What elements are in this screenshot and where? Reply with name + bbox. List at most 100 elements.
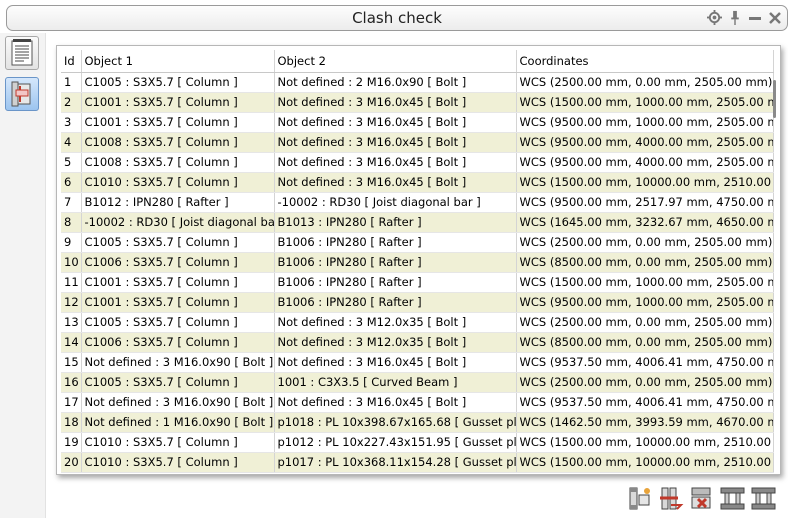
cell-id[interactable]: 5 (61, 152, 82, 173)
table-row[interactable]: 19 C1010 : S3X5.7 [ Column ] p1012 : PL 10… (61, 432, 774, 453)
cell-object1[interactable]: C1010 : S3X5.7 [ Column ] (81, 432, 275, 453)
cell-object1[interactable]: -10002 : RD30 [ Joist diagonal bar ] (81, 212, 275, 233)
cell-object2[interactable]: B1013 : IPN280 [ Rafter ] (274, 212, 517, 233)
cell-object1[interactable]: C1001 : S3X5.7 [ Column ] (81, 112, 275, 133)
cell-coordinates[interactable]: WCS (8500.00 mm, 0.00 mm, 2505.00 mm) (516, 252, 774, 273)
table-row[interactable]: 14 C1006 : S3X5.7 [ Column ] Not defined :… (61, 332, 774, 353)
cell-coordinates[interactable]: WCS (1462.50 mm, 3993.59 mm, 4670.00 mm) (516, 412, 774, 433)
table-row[interactable]: 18 Not defined : 1 M16.0x90 [ Bolt ] p1018… (61, 412, 774, 433)
cell-coordinates[interactable]: WCS (9500.00 mm, 4000.00 mm, 2505.00 mm) (516, 152, 774, 173)
cell-id[interactable]: 20 (61, 452, 82, 473)
cell-coordinates[interactable]: WCS (1500.00 mm, 1000.00 mm, 2505.00 mm) (516, 272, 774, 293)
pin-icon[interactable] (726, 9, 743, 26)
cell-object2[interactable]: p1018 : PL 10x398.67x165.68 [ Gusset pla… (274, 412, 517, 433)
cell-id[interactable]: 15 (61, 352, 82, 373)
cell-object2[interactable]: B1006 : IPN280 [ Rafter ] (274, 292, 517, 313)
previous-icon[interactable] (719, 485, 746, 512)
table-row[interactable]: 16 C1005 : S3X5.7 [ Column ] 1001 : C3X3.5… (61, 372, 774, 393)
cell-id[interactable]: 3 (61, 112, 82, 133)
cell-object2[interactable]: Not defined : 3 M12.0x35 [ Bolt ] (274, 312, 517, 333)
cell-id[interactable]: 16 (61, 372, 82, 393)
cell-object2[interactable]: B1006 : IPN280 [ Rafter ] (274, 272, 517, 293)
cell-object1[interactable]: B1012 : IPN280 [ Rafter ] (81, 192, 275, 213)
table-row[interactable]: 17 Not defined : 3 M16.0x90 [ Bolt ] Not d… (61, 392, 774, 413)
cell-object1[interactable]: C1006 : S3X5.7 [ Column ] (81, 332, 275, 353)
table-row[interactable]: 11 C1001 : S3X5.7 [ Column ] B1006 : IPN28… (61, 272, 774, 293)
cell-object2[interactable]: Not defined : 3 M16.0x45 [ Bolt ] (274, 132, 517, 153)
cell-object1[interactable]: Not defined : 3 M16.0x90 [ Bolt ] (81, 352, 275, 373)
table-row[interactable]: 5 C1008 : S3X5.7 [ Column ] Not defined : … (61, 152, 774, 173)
cell-coordinates[interactable]: WCS (1500.00 mm, 10000.00 mm, 2510.00 mm… (516, 172, 774, 193)
cell-id[interactable]: 18 (61, 412, 82, 433)
cell-id[interactable]: 2 (61, 92, 82, 113)
cell-id[interactable]: 6 (61, 172, 82, 193)
cell-object1[interactable]: C1005 : S3X5.7 [ Column ] (81, 72, 275, 93)
cell-id[interactable]: 10 (61, 252, 82, 273)
cell-object2[interactable]: Not defined : 3 M16.0x45 [ Bolt ] (274, 152, 517, 173)
cell-object2[interactable]: 1001 : C3X3.5 [ Curved Beam ] (274, 372, 517, 393)
report-button[interactable] (5, 36, 39, 70)
table-row[interactable]: 10 C1006 : S3X5.7 [ Column ] B1006 : IPN28… (61, 252, 774, 273)
cell-object2[interactable]: Not defined : 3 M16.0x45 [ Bolt ] (274, 352, 517, 373)
cell-coordinates[interactable]: WCS (9500.00 mm, 1000.00 mm, 2505.00 mm) (516, 112, 774, 133)
table-row[interactable]: 15 Not defined : 3 M16.0x90 [ Bolt ] Not d… (61, 352, 774, 373)
cell-coordinates[interactable]: WCS (9537.50 mm, 4006.41 mm, 4750.00 mm) (516, 392, 774, 413)
cell-coordinates[interactable]: WCS (1500.00 mm, 10000.00 mm, 2510.00 mm… (516, 452, 774, 473)
cell-id[interactable]: 9 (61, 232, 82, 253)
cell-object1[interactable]: C1010 : S3X5.7 [ Column ] (81, 172, 275, 193)
table-row[interactable]: 9 C1005 : S3X5.7 [ Column ] B1006 : IPN280… (61, 232, 774, 253)
clash-view-button[interactable] (5, 77, 39, 111)
cell-object2[interactable]: p1017 : PL 10x368.11x154.28 [ Gusset pla… (274, 452, 517, 473)
table-row[interactable]: 12 C1001 : S3X5.7 [ Column ] B1006 : IPN28… (61, 292, 774, 313)
cell-coordinates[interactable]: WCS (2500.00 mm, 0.00 mm, 2505.00 mm) (516, 72, 774, 93)
vertical-scrollbar[interactable] (772, 72, 778, 472)
table-row[interactable]: 3 C1001 : S3X5.7 [ Column ] Not defined : … (61, 112, 774, 133)
select-clashing-icon[interactable] (657, 485, 684, 512)
cell-id[interactable]: 4 (61, 132, 82, 153)
table-row[interactable]: 6 C1010 : S3X5.7 [ Column ] Not defined : … (61, 172, 774, 193)
cell-object2[interactable]: B1006 : IPN280 [ Rafter ] (274, 232, 517, 253)
cell-coordinates[interactable]: WCS (8500.00 mm, 0.00 mm, 2505.00 mm) (516, 332, 774, 353)
column-header-id[interactable]: Id (61, 50, 82, 73)
check-clash-icon[interactable] (626, 485, 653, 512)
cell-coordinates[interactable]: WCS (9500.00 mm, 4000.00 mm, 2505.00 mm) (516, 132, 774, 153)
column-header-object2[interactable]: Object 2 (274, 50, 517, 73)
cell-object1[interactable]: C1001 : S3X5.7 [ Column ] (81, 272, 275, 293)
cell-object2[interactable]: Not defined : 3 M16.0x45 [ Bolt ] (274, 172, 517, 193)
table-row[interactable]: 7 B1012 : IPN280 [ Rafter ] -10002 : RD30 … (61, 192, 774, 213)
gear-icon[interactable] (706, 9, 723, 26)
cell-id[interactable]: 7 (61, 192, 82, 213)
cell-object2[interactable]: Not defined : 3 M16.0x45 [ Bolt ] (274, 92, 517, 113)
cell-object1[interactable]: C1010 : S3X5.7 [ Column ] (81, 452, 275, 473)
cell-object2[interactable]: Not defined : 2 M16.0x90 [ Bolt ] (274, 72, 517, 93)
table-row[interactable]: 4 C1008 : S3X5.7 [ Column ] Not defined : … (61, 132, 774, 153)
cell-object1[interactable]: Not defined : 3 M16.0x90 [ Bolt ] (81, 392, 275, 413)
column-header-object1[interactable]: Object 1 (81, 50, 275, 73)
cell-object2[interactable]: Not defined : 3 M16.0x45 [ Bolt ] (274, 112, 517, 133)
cell-object2[interactable]: Not defined : 3 M16.0x45 [ Bolt ] (274, 392, 517, 413)
cell-coordinates[interactable]: WCS (2500.00 mm, 0.00 mm, 2505.00 mm) (516, 232, 774, 253)
cell-object2[interactable]: B1006 : IPN280 [ Rafter ] (274, 252, 517, 273)
cell-object2[interactable]: -10002 : RD30 [ Joist diagonal bar ] (274, 192, 517, 213)
cell-object1[interactable]: C1008 : S3X5.7 [ Column ] (81, 152, 275, 173)
cell-coordinates[interactable]: WCS (2500.00 mm, 0.00 mm, 2505.00 mm) (516, 312, 774, 333)
table-row[interactable]: 2 C1001 : S3X5.7 [ Column ] Not defined : … (61, 92, 774, 113)
cell-id[interactable]: 11 (61, 272, 82, 293)
cell-object1[interactable]: C1006 : S3X5.7 [ Column ] (81, 252, 275, 273)
clear-selection-icon[interactable] (688, 485, 715, 512)
cell-coordinates[interactable]: WCS (1500.00 mm, 10000.00 mm, 2510.00 mm… (516, 432, 774, 453)
table-row[interactable]: 8 -10002 : RD30 [ Joist diagonal bar ] B10… (61, 212, 774, 233)
column-header-coordinates[interactable]: Coordinates (516, 50, 774, 73)
cell-object1[interactable]: C1001 : S3X5.7 [ Column ] (81, 92, 275, 113)
table-row[interactable]: 1 C1005 : S3X5.7 [ Column ] Not defined : … (61, 72, 774, 93)
cell-coordinates[interactable]: WCS (1500.00 mm, 1000.00 mm, 2505.00 mm) (516, 92, 774, 113)
cell-coordinates[interactable]: WCS (1645.00 mm, 3232.67 mm, 4650.00 mm) (516, 212, 774, 233)
table-row[interactable]: 13 C1005 : S3X5.7 [ Column ] Not defined :… (61, 312, 774, 333)
cell-object1[interactable]: C1008 : S3X5.7 [ Column ] (81, 132, 275, 153)
cell-coordinates[interactable]: WCS (9537.50 mm, 4006.41 mm, 4750.00 mm) (516, 352, 774, 373)
table-row[interactable]: 20 C1010 : S3X5.7 [ Column ] p1017 : PL 10… (61, 452, 774, 473)
cell-id[interactable]: 17 (61, 392, 82, 413)
next-icon[interactable] (750, 485, 777, 512)
cell-object1[interactable]: C1005 : S3X5.7 [ Column ] (81, 372, 275, 393)
cell-object2[interactable]: p1012 : PL 10x227.43x151.95 [ Gusset pla… (274, 432, 517, 453)
